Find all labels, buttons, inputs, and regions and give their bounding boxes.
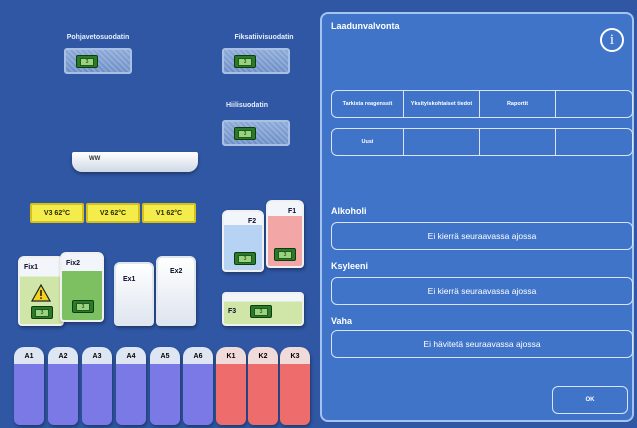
- reagent-bottle-k3[interactable]: K3: [280, 347, 310, 425]
- reagent-bottle-a4[interactable]: A4: [116, 347, 146, 425]
- wax-tray-label: WW: [89, 156, 101, 162]
- reagent-label: A4: [126, 353, 136, 360]
- filter-tag: 3: [76, 55, 98, 68]
- bottle-label: Ex2: [170, 268, 183, 275]
- filter-label-pohjaveto: Pohjavetosuodatin: [66, 34, 130, 41]
- wax-discard-button[interactable]: Ei hävitetä seuraavassa ajossa: [331, 330, 633, 358]
- section-label-wax: Vaha: [331, 316, 353, 326]
- quality-control-panel: Laadunvalvonta i Tarkista reagenssit Yks…: [320, 12, 634, 422]
- bottle-label: Ex1: [123, 276, 136, 283]
- new-button[interactable]: Uusi: [332, 129, 404, 155]
- bottle-f3[interactable]: F3 3: [222, 292, 304, 326]
- grid-cell: [556, 129, 632, 155]
- heater-v1[interactable]: V1 62°C: [142, 203, 196, 223]
- wax-tray[interactable]: [72, 152, 198, 172]
- panel-title: Laadunvalvonta: [331, 21, 400, 31]
- reagent-bottle-k1[interactable]: K1: [216, 347, 246, 425]
- reagent-bottle-a6[interactable]: A6: [183, 347, 213, 425]
- bottle-f2[interactable]: F2 3: [222, 210, 264, 272]
- grid-cell: [404, 129, 480, 155]
- qc-grid-row: Uusi: [331, 128, 633, 156]
- filter-label-fiksatiivi: Fiksatiivisuodatin: [234, 34, 294, 41]
- bottle-ex1[interactable]: Ex1: [114, 262, 154, 326]
- tab-empty: [556, 91, 632, 117]
- section-label-xylene: Ksyleeni: [331, 261, 369, 271]
- reagent-label: K1: [226, 353, 236, 360]
- bottle-label: F3: [228, 308, 237, 315]
- heater-v3[interactable]: V3 62°C: [30, 203, 84, 223]
- reagent-bottle-k2[interactable]: K2: [248, 347, 278, 425]
- reagent-label: K3: [290, 353, 300, 360]
- grid-cell: [480, 129, 556, 155]
- bottle-label: Fix1: [24, 264, 39, 271]
- reagent-label: K2: [258, 353, 268, 360]
- filter-tag: 3: [234, 55, 256, 68]
- reagent-label: A1: [24, 353, 34, 360]
- warning-icon: [31, 284, 51, 302]
- reagent-label: A2: [58, 353, 68, 360]
- bottle-label: F2: [248, 218, 257, 225]
- ok-button[interactable]: OK: [552, 386, 628, 414]
- bottle-tag: 3: [31, 306, 53, 319]
- alcohol-rotation-button[interactable]: Ei kierrä seuraavassa ajossa: [331, 222, 633, 250]
- reagent-label: A5: [160, 353, 170, 360]
- bottle-tag: 3: [234, 252, 256, 265]
- bottle-tag: 3: [72, 300, 94, 313]
- heater-v2[interactable]: V2 62°C: [86, 203, 140, 223]
- bottle-fix1[interactable]: Fix1 3: [18, 256, 64, 326]
- info-icon[interactable]: i: [600, 28, 624, 52]
- tab-reports[interactable]: Raportit: [480, 91, 556, 117]
- tab-check-reagents[interactable]: Tarkista reagenssit: [332, 91, 404, 117]
- reagent-bottle-a5[interactable]: A5: [150, 347, 180, 425]
- bottle-label: F1: [288, 208, 297, 215]
- bottle-fix2[interactable]: Fix2 3: [60, 252, 104, 322]
- reagent-label: A3: [92, 353, 102, 360]
- reagent-bottle-a2[interactable]: A2: [48, 347, 78, 425]
- bottle-tag: 3: [250, 305, 272, 318]
- filter-fiksatiivi[interactable]: 3: [222, 48, 290, 74]
- bottle-ex2[interactable]: Ex2: [156, 256, 196, 326]
- reagent-bottle-a1[interactable]: A1: [14, 347, 44, 425]
- reagent-label: A6: [193, 353, 203, 360]
- filter-pohjaveto[interactable]: 3: [64, 48, 132, 74]
- filter-label-hiili: Hiilisuodatin: [226, 102, 268, 109]
- qc-grid-header-row: Tarkista reagenssit Yksityiskohtaiset ti…: [331, 90, 633, 118]
- filter-tag: 3: [234, 127, 256, 140]
- filter-hiili[interactable]: 3: [222, 120, 290, 146]
- bottle-f1[interactable]: F1 3: [266, 200, 304, 268]
- xylene-rotation-button[interactable]: Ei kierrä seuraavassa ajossa: [331, 277, 633, 305]
- tab-details[interactable]: Yksityiskohtaiset tiedot: [404, 91, 480, 117]
- bottle-tag: 3: [274, 248, 296, 261]
- reagent-bottle-a3[interactable]: A3: [82, 347, 112, 425]
- bottle-label: Fix2: [66, 260, 81, 267]
- section-label-alcohol: Alkoholi: [331, 206, 367, 216]
